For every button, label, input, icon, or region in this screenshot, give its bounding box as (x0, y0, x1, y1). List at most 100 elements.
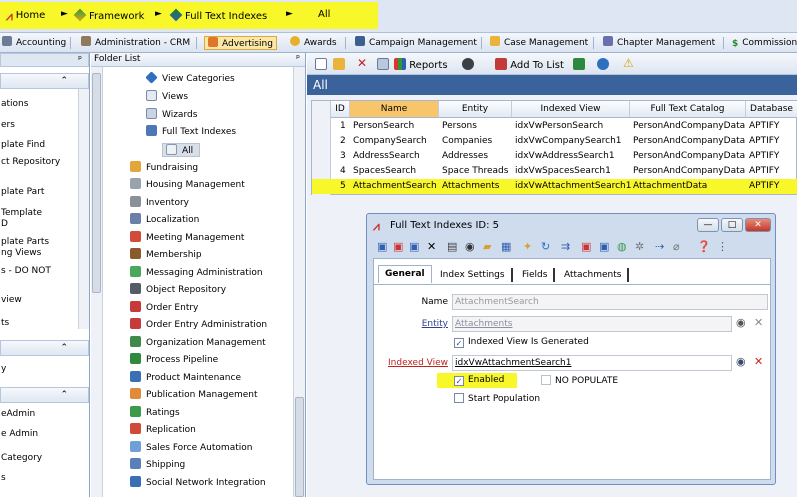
folder-item-product-maintenance[interactable]: Product Maintenance (130, 371, 241, 385)
nav-item[interactable]: s - DO NOT (1, 266, 51, 276)
folder-item-shipping[interactable]: Shipping (130, 458, 185, 472)
table-row[interactable]: 4 SpacesSearch Space Threads idxVwSpacesSea… (312, 164, 797, 179)
folder-item-housing-management[interactable]: Housing Management (130, 178, 245, 192)
nav-item[interactable]: Category (1, 453, 42, 463)
breadcrumb-all[interactable]: All (318, 9, 330, 20)
chevron-up-icon[interactable]: ⌃ (60, 390, 68, 400)
tab-awards[interactable]: Awards (290, 36, 337, 50)
nav-item[interactable]: view (1, 295, 22, 305)
nav-item[interactable]: ct Repository (1, 157, 60, 167)
globe-icon[interactable]: ◍ (617, 240, 627, 253)
left-scrollbar[interactable] (91, 67, 103, 497)
tab-attachments[interactable]: Attachments (558, 268, 630, 282)
nav-item[interactable]: ts (1, 318, 9, 328)
table-row[interactable]: 2 CompanySearch Companies idxVwCompanySearc… (312, 134, 797, 149)
entity-lookup-binoculars-icon[interactable]: ◉ (736, 316, 746, 329)
find-button[interactable] (462, 58, 474, 71)
folder-item-membership[interactable]: Membership (130, 248, 202, 262)
indexed-view-generated-checkbox[interactable]: ✓ Indexed View Is Generated (454, 337, 589, 348)
delete-icon[interactable]: ✕ (427, 240, 436, 253)
refresh-button[interactable] (597, 58, 609, 71)
binoculars-icon[interactable]: ◉ (465, 240, 475, 253)
tab-case-management[interactable]: Case Management (490, 36, 588, 50)
nav-item[interactable]: Template (1, 208, 42, 218)
column-header-indexed-view[interactable]: Indexed View (512, 101, 630, 118)
copy-icon[interactable]: ▣ (599, 240, 609, 253)
nav-item[interactable]: plate Part (1, 187, 44, 197)
column-header-full-text-catalog[interactable]: Full Text Catalog (630, 101, 746, 118)
folder-item-replication[interactable]: Replication (130, 423, 196, 437)
breadcrumb-home[interactable]: ⩘ Home (6, 9, 45, 23)
breadcrumb-framework[interactable]: Framework (73, 8, 144, 22)
eraser-icon[interactable]: ⌀ (673, 240, 680, 253)
folder-item-order-entry-administration[interactable]: Order Entry Administration (130, 318, 267, 332)
tab-commissions[interactable]: $ Commissions (732, 36, 797, 50)
pin-icon[interactable]: ᵖ (78, 55, 82, 65)
scroll-thumb[interactable] (295, 397, 304, 497)
pin-icon[interactable]: ᵖ (296, 53, 300, 66)
tab-administration-crm[interactable]: Administration - CRM (81, 36, 190, 50)
delete-button[interactable]: ✕ (357, 56, 367, 70)
folder-item-messaging-administration[interactable]: Messaging Administration (130, 266, 263, 280)
folder-item-wizards[interactable]: Wizards (146, 108, 197, 122)
wizard-icon[interactable]: ✦ (523, 240, 532, 253)
attach-icon[interactable]: ▣ (581, 240, 591, 253)
tab-advertising[interactable]: Advertising (204, 36, 277, 50)
open-folder-button[interactable] (333, 58, 345, 71)
indexed-view-clear-icon[interactable]: ✕ (754, 355, 763, 368)
nav-item[interactable]: eAdmin (1, 409, 35, 419)
grid-button[interactable] (377, 58, 389, 71)
grid-icon[interactable]: ▦ (501, 240, 511, 253)
chevron-up-icon[interactable]: ⌃ (60, 76, 68, 86)
tab-general[interactable]: General (378, 265, 432, 283)
nav-item[interactable]: y (1, 364, 6, 374)
column-header-database[interactable]: Database (746, 101, 797, 118)
left-group-header[interactable]: ⌃ (0, 387, 89, 403)
nav-item[interactable]: plate Parts (1, 237, 49, 247)
no-populate-checkbox[interactable]: NO POPULATE (541, 375, 618, 386)
new-record-button[interactable] (315, 58, 327, 71)
table-row[interactable]: 3 AddressSearch Addresses idxVwAddressSearc… (312, 149, 797, 164)
start-population-checkbox[interactable]: Start Population (454, 393, 540, 404)
tab-index-settings[interactable]: Index Settings (434, 268, 513, 282)
export-button[interactable] (573, 58, 585, 71)
refresh-icon[interactable]: ↻ (541, 240, 550, 253)
save-new-icon[interactable]: ▣ (393, 240, 403, 253)
tab-chapter-management[interactable]: Chapter Management (603, 36, 715, 50)
navigate-icon[interactable]: ⇢ (655, 240, 664, 253)
folder-item-meeting-management[interactable]: Meeting Management (130, 231, 244, 245)
indexed-view-label-link[interactable]: Indexed View (358, 358, 448, 368)
nav-item[interactable]: s (1, 473, 6, 483)
entity-label-link[interactable]: Entity (358, 319, 448, 329)
left-group-header[interactable]: ⌃ (0, 73, 89, 89)
tab-fields[interactable]: Fields (516, 268, 556, 282)
minimize-button[interactable]: — (697, 218, 719, 232)
tab-campaign-management[interactable]: Campaign Management (355, 36, 477, 50)
nav-item[interactable]: ers (1, 120, 15, 130)
folder-item-localization[interactable]: Localization (130, 213, 199, 227)
folder-scrollbar[interactable] (293, 67, 305, 497)
folder-item-views[interactable]: Views (146, 90, 188, 104)
left-scrollbar[interactable] (78, 89, 89, 329)
entity-field[interactable]: Attachments (452, 316, 732, 332)
maximize-button[interactable]: □ (721, 218, 743, 232)
breadcrumb-full-text-indexes[interactable]: Full Text Indexes (169, 8, 267, 22)
overflow-icon[interactable]: ⋮ (717, 240, 728, 253)
folder-item-social-network-integration[interactable]: Social Network Integration (130, 476, 266, 490)
add-to-list-button[interactable]: Add To List (495, 58, 564, 71)
chevron-up-icon[interactable]: ⌃ (60, 343, 68, 353)
nav-item[interactable]: ations (1, 99, 28, 109)
left-group-header[interactable]: ⌃ (0, 340, 89, 356)
reports-button[interactable]: Reports (394, 58, 448, 71)
column-header-id[interactable]: ID (331, 101, 350, 118)
folder-item-all[interactable]: All (162, 143, 201, 157)
folder-item-sales-force-automation[interactable]: Sales Force Automation (130, 441, 252, 455)
help-icon[interactable]: ❓ (697, 240, 711, 253)
table-row-selected[interactable]: 5 AttachmentSearch Attachments idxVwAttachm… (312, 179, 797, 194)
indexed-view-field[interactable]: idxVwAttachmentSearch1 (452, 355, 732, 371)
close-button[interactable]: ✕ (745, 218, 771, 232)
folder-item-inventory[interactable]: Inventory (130, 196, 189, 210)
tab-accounting[interactable]: Accounting (2, 36, 66, 50)
folder-item-fundraising[interactable]: Fundraising (130, 161, 198, 175)
dialog-title-bar[interactable]: ⩘ Full Text Indexes ID: 5 — □ ✕ (367, 214, 775, 238)
